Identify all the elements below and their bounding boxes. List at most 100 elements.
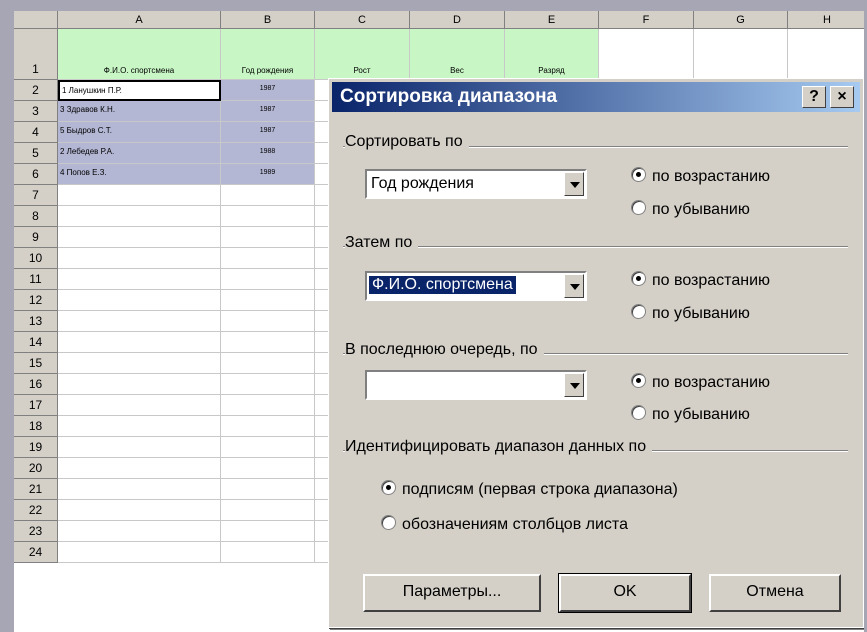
grid-cell[interactable] <box>58 311 221 332</box>
column-header-h[interactable]: H <box>788 11 867 29</box>
cell-b6[interactable]: 1989 <box>221 164 315 185</box>
then-by-asc-radio[interactable]: по возрастанию <box>631 271 770 290</box>
row-header-22[interactable]: 22 <box>14 500 58 521</box>
grid-cell[interactable] <box>221 269 315 290</box>
row-header-3[interactable]: 3 <box>14 101 58 122</box>
grid-cell[interactable] <box>599 29 694 80</box>
grid-cell[interactable] <box>58 206 221 227</box>
row-header-18[interactable]: 18 <box>14 416 58 437</box>
grid-cell[interactable] <box>58 416 221 437</box>
cell-b4[interactable]: 1987 <box>221 122 315 143</box>
grid-cell[interactable] <box>58 542 221 563</box>
row-header-13[interactable]: 13 <box>14 311 58 332</box>
row-header-17[interactable]: 17 <box>14 395 58 416</box>
cell-a4[interactable]: 5 Быдров С.Т. <box>58 122 221 143</box>
grid-cell[interactable] <box>221 437 315 458</box>
grid-cell[interactable] <box>221 479 315 500</box>
grid-cell[interactable] <box>221 542 315 563</box>
grid-cell[interactable] <box>58 458 221 479</box>
row-header-15[interactable]: 15 <box>14 353 58 374</box>
last-by-select[interactable] <box>365 370 587 400</box>
identify-labels-radio[interactable]: подписям (первая строка диапазона) <box>381 480 678 499</box>
cell-a2[interactable]: 1 Ланушкин П.Р. <box>58 80 221 101</box>
cell-d1[interactable]: Вес <box>410 29 505 80</box>
grid-cell[interactable] <box>221 416 315 437</box>
grid-cell[interactable] <box>58 290 221 311</box>
chevron-down-icon[interactable] <box>564 172 584 196</box>
grid-cell[interactable] <box>221 227 315 248</box>
grid-cell[interactable] <box>58 248 221 269</box>
grid-cell[interactable] <box>221 185 315 206</box>
grid-cell[interactable] <box>221 395 315 416</box>
cell-e1[interactable]: Разряд <box>505 29 599 80</box>
help-button[interactable]: ? <box>802 86 826 108</box>
grid-cell[interactable] <box>58 437 221 458</box>
cell-a3[interactable]: 3 Здравов К.Н. <box>58 101 221 122</box>
sort-by-desc-radio[interactable]: по убыванию <box>631 200 750 219</box>
grid-cell[interactable] <box>788 29 867 80</box>
dialog-titlebar[interactable]: Сортировка диапазона ? × <box>332 82 860 112</box>
grid-cell[interactable] <box>58 479 221 500</box>
column-header-b[interactable]: B <box>221 11 315 29</box>
row-header-24[interactable]: 24 <box>14 542 58 563</box>
row-header-2[interactable]: 2 <box>14 80 58 101</box>
row-header-19[interactable]: 19 <box>14 437 58 458</box>
chevron-down-icon[interactable] <box>564 274 584 298</box>
chevron-down-icon[interactable] <box>564 373 584 397</box>
row-header-20[interactable]: 20 <box>14 458 58 479</box>
row-header-7[interactable]: 7 <box>14 185 58 206</box>
row-header-4[interactable]: 4 <box>14 122 58 143</box>
column-header-a[interactable]: A <box>58 11 221 29</box>
grid-cell[interactable] <box>58 185 221 206</box>
cancel-button[interactable]: Отмена <box>709 574 841 612</box>
row-header-21[interactable]: 21 <box>14 479 58 500</box>
cell-b1[interactable]: Год рождения <box>221 29 315 80</box>
grid-cell[interactable] <box>58 353 221 374</box>
cell-c1[interactable]: Рост <box>315 29 410 80</box>
close-button[interactable]: × <box>830 86 854 108</box>
row-header-16[interactable]: 16 <box>14 374 58 395</box>
row-header-6[interactable]: 6 <box>14 164 58 185</box>
grid-cell[interactable] <box>58 227 221 248</box>
column-header-c[interactable]: C <box>315 11 410 29</box>
row-header-9[interactable]: 9 <box>14 227 58 248</box>
row-header-12[interactable]: 12 <box>14 290 58 311</box>
grid-cell[interactable] <box>221 311 315 332</box>
identify-columns-radio[interactable]: обозначениям столбцов листа <box>381 515 628 534</box>
then-by-desc-radio[interactable]: по убыванию <box>631 304 750 323</box>
row-header-10[interactable]: 10 <box>14 248 58 269</box>
grid-cell[interactable] <box>221 458 315 479</box>
column-header-f[interactable]: F <box>599 11 694 29</box>
grid-cell[interactable] <box>221 206 315 227</box>
grid-cell[interactable] <box>58 269 221 290</box>
cell-a6[interactable]: 4 Попов Е.З. <box>58 164 221 185</box>
grid-cell[interactable] <box>58 395 221 416</box>
row-header-1[interactable]: 1 <box>14 29 58 80</box>
last-by-desc-radio[interactable]: по убыванию <box>631 405 750 424</box>
row-header-5[interactable]: 5 <box>14 143 58 164</box>
grid-cell[interactable] <box>58 521 221 542</box>
row-header-8[interactable]: 8 <box>14 206 58 227</box>
sort-by-select[interactable]: Год рождения <box>365 169 587 199</box>
last-by-asc-radio[interactable]: по возрастанию <box>631 373 770 392</box>
select-all-corner[interactable] <box>14 11 58 29</box>
cell-a1[interactable]: Ф.И.О. спортсмена <box>58 29 221 80</box>
then-by-select[interactable]: Ф.И.О. спортсмена <box>365 271 587 301</box>
grid-cell[interactable] <box>58 332 221 353</box>
cell-b5[interactable]: 1988 <box>221 143 315 164</box>
column-header-g[interactable]: G <box>694 11 788 29</box>
row-header-11[interactable]: 11 <box>14 269 58 290</box>
grid-cell[interactable] <box>694 29 788 80</box>
grid-cell[interactable] <box>221 290 315 311</box>
sort-by-asc-radio[interactable]: по возрастанию <box>631 167 770 186</box>
options-button[interactable]: Параметры... <box>363 574 541 612</box>
cell-b2[interactable]: 1987 <box>221 80 315 101</box>
cell-b3[interactable]: 1987 <box>221 101 315 122</box>
grid-cell[interactable] <box>58 500 221 521</box>
row-header-23[interactable]: 23 <box>14 521 58 542</box>
grid-cell[interactable] <box>221 521 315 542</box>
column-header-e[interactable]: E <box>505 11 599 29</box>
ok-button[interactable]: OK <box>558 573 692 613</box>
grid-cell[interactable] <box>221 332 315 353</box>
grid-cell[interactable] <box>221 374 315 395</box>
